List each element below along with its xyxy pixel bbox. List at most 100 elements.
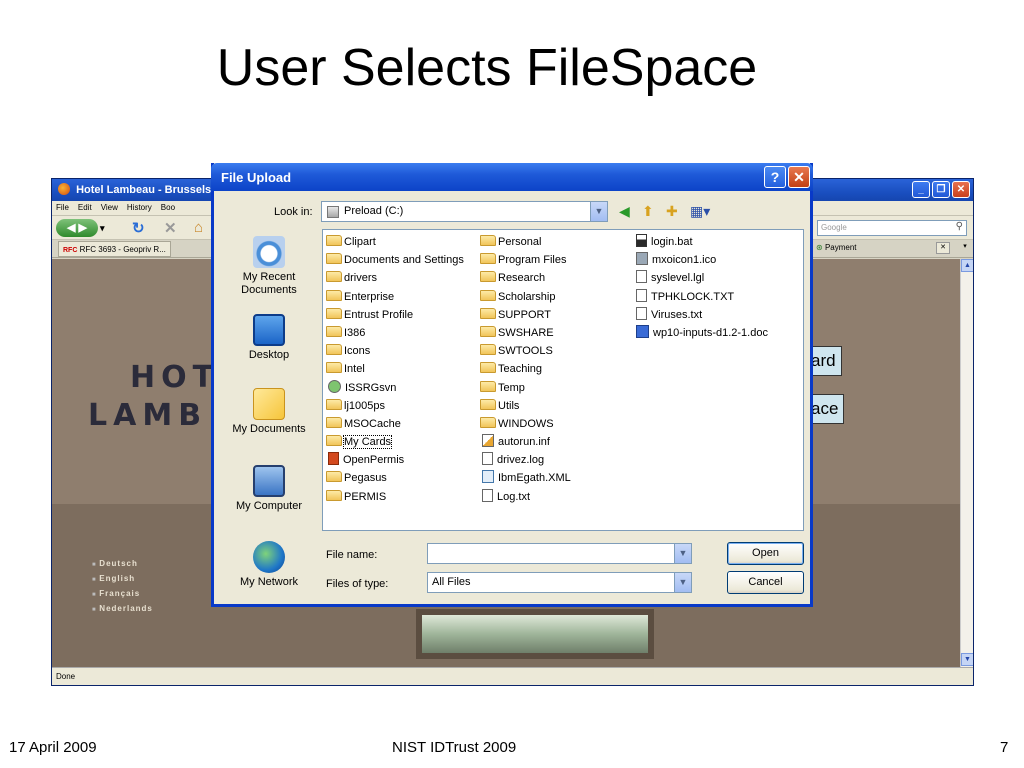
folder-icon bbox=[326, 416, 342, 428]
back-icon[interactable]: ◀ bbox=[619, 203, 630, 220]
menu-view[interactable]: View bbox=[101, 203, 118, 213]
list-item[interactable]: OpenPermis bbox=[326, 451, 464, 469]
file-list[interactable]: Clipart Documents and Settings drivers Ente… bbox=[322, 229, 804, 531]
list-item-label: PERMIS bbox=[344, 490, 387, 503]
magnifier-icon[interactable]: ⚲ bbox=[956, 221, 963, 232]
list-item[interactable]: autorun.inf bbox=[480, 433, 571, 451]
list-item[interactable]: SUPPORT bbox=[480, 306, 571, 324]
file-file-icon bbox=[636, 270, 647, 284]
tab-payment[interactable]: ⊛ Payment bbox=[816, 243, 857, 252]
lang-nederlands[interactable]: Nederlands bbox=[92, 604, 153, 613]
place-recent[interactable]: My Recent Documents bbox=[222, 236, 316, 297]
list-item-label: Enterprise bbox=[344, 290, 395, 303]
search-input[interactable]: Google ⚲ bbox=[817, 220, 967, 236]
list-item[interactable]: Program Files bbox=[480, 251, 571, 269]
list-item[interactable]: SWSHARE bbox=[480, 324, 571, 342]
list-item[interactable]: Utils bbox=[480, 397, 571, 415]
list-item[interactable]: ISSRGsvn bbox=[326, 379, 464, 397]
list-item[interactable]: Log.txt bbox=[480, 488, 571, 506]
file-name-input[interactable]: ▼ bbox=[427, 543, 692, 564]
place-desktop[interactable]: Desktop bbox=[222, 314, 316, 362]
reload-icon[interactable]: ↻ bbox=[132, 219, 145, 237]
list-item-label: Entrust Profile bbox=[344, 308, 414, 321]
folder-icon bbox=[480, 271, 496, 283]
list-item[interactable]: syslevel.lgl bbox=[634, 269, 768, 287]
list-item[interactable]: PERMIS bbox=[326, 488, 464, 506]
footer-page-number: 7 bbox=[1000, 739, 1009, 756]
list-item[interactable]: Documents and Settings bbox=[326, 251, 464, 269]
list-item[interactable]: Viruses.txt bbox=[634, 306, 768, 324]
lang-deutsch[interactable]: Deutsch bbox=[92, 559, 153, 568]
menu-file[interactable]: File bbox=[56, 203, 69, 213]
list-item[interactable]: TPHKLOCK.TXT bbox=[634, 288, 768, 306]
list-item[interactable]: Temp bbox=[480, 379, 571, 397]
view-menu-icon[interactable]: ▦▾ bbox=[690, 203, 710, 220]
back-arrow-icon[interactable]: ◀ bbox=[67, 222, 75, 234]
place-my-computer[interactable]: My Computer bbox=[222, 465, 316, 513]
list-item[interactable]: Pegasus bbox=[326, 469, 464, 487]
list-item[interactable]: SWTOOLS bbox=[480, 342, 571, 360]
place-my-documents[interactable]: My Documents bbox=[222, 388, 316, 436]
forward-arrow-icon[interactable]: ▶ bbox=[79, 222, 87, 234]
tab-list-icon[interactable]: ▾ bbox=[958, 242, 972, 254]
list-item[interactable]: Intel bbox=[326, 360, 464, 378]
list-item[interactable]: Research bbox=[480, 269, 571, 287]
list-item[interactable]: My Cards bbox=[326, 433, 464, 451]
list-item[interactable]: Enterprise bbox=[326, 288, 464, 306]
list-item[interactable]: WINDOWS bbox=[480, 415, 571, 433]
up-folder-icon[interactable]: ⬆ bbox=[642, 203, 654, 220]
list-item[interactable]: Clipart bbox=[326, 233, 464, 251]
menu-history[interactable]: History bbox=[127, 203, 152, 213]
open-button[interactable]: Open bbox=[727, 542, 804, 565]
tab-rfc[interactable]: RFC RFC 3693 - Geopriv R... bbox=[58, 241, 171, 257]
stop-icon[interactable]: ✕ bbox=[164, 219, 177, 237]
file-file-icon bbox=[636, 306, 647, 320]
lang-english[interactable]: English bbox=[92, 574, 153, 583]
list-item[interactable]: I386 bbox=[326, 324, 464, 342]
list-item[interactable]: Entrust Profile bbox=[326, 306, 464, 324]
help-button[interactable]: ? bbox=[764, 166, 786, 188]
look-in-select[interactable]: Preload (C:) ▼ bbox=[321, 201, 608, 222]
list-item[interactable]: wp10-inputs-d1.2-1.doc bbox=[634, 324, 768, 342]
list-item[interactable]: IbmEgath.XML bbox=[480, 469, 571, 487]
minimize-button[interactable]: _ bbox=[912, 181, 930, 198]
list-item[interactable]: Icons bbox=[326, 342, 464, 360]
footer-date: 17 April 2009 bbox=[9, 739, 97, 756]
files-of-type-select[interactable]: All Files ▼ bbox=[427, 572, 692, 593]
list-item[interactable]: drivez.log bbox=[480, 451, 571, 469]
home-icon[interactable]: ⌂ bbox=[194, 219, 203, 236]
maximize-button[interactable]: ❐ bbox=[932, 181, 950, 198]
list-item[interactable]: Personal bbox=[480, 233, 571, 251]
list-item[interactable]: login.bat bbox=[634, 233, 768, 251]
menu-bookmarks[interactable]: Boo bbox=[161, 203, 175, 213]
folder-icon bbox=[480, 307, 496, 319]
tab-close-icon[interactable]: ✕ bbox=[936, 242, 950, 254]
history-dropdown-icon[interactable]: ▾ bbox=[100, 223, 105, 234]
list-item[interactable]: mxoicon1.ico bbox=[634, 251, 768, 269]
folder-icon bbox=[326, 307, 342, 319]
new-folder-icon[interactable]: ✚ bbox=[666, 203, 678, 220]
list-item[interactable]: Scholarship bbox=[480, 288, 571, 306]
folder-icon bbox=[326, 362, 342, 374]
scroll-up-icon[interactable]: ▲ bbox=[961, 259, 973, 272]
files-of-type-chevron-icon[interactable]: ▼ bbox=[674, 573, 691, 592]
back-forward-buttons[interactable]: ◀ ▶ bbox=[56, 219, 98, 237]
close-window-button[interactable]: ✕ bbox=[952, 181, 970, 198]
file-name-chevron-icon[interactable]: ▼ bbox=[674, 544, 691, 563]
folder-icon bbox=[326, 235, 342, 246]
list-item[interactable]: lj1005ps bbox=[326, 397, 464, 415]
close-dialog-button[interactable]: ✕ bbox=[788, 166, 810, 188]
list-item[interactable]: Teaching bbox=[480, 360, 571, 378]
folder-icon bbox=[480, 325, 496, 337]
page-scrollbar[interactable]: ▲ ▼ bbox=[960, 259, 973, 667]
place-my-network[interactable]: My Network bbox=[222, 541, 316, 589]
chevron-down-icon[interactable]: ▼ bbox=[590, 202, 607, 221]
cancel-button[interactable]: Cancel bbox=[727, 571, 804, 594]
list-item-label: Teaching bbox=[498, 363, 543, 376]
lang-francais[interactable]: Français bbox=[92, 589, 153, 598]
scroll-down-icon[interactable]: ▼ bbox=[961, 653, 973, 666]
menu-edit[interactable]: Edit bbox=[78, 203, 92, 213]
drive-icon bbox=[327, 206, 339, 218]
list-item[interactable]: MSOCache bbox=[326, 415, 464, 433]
list-item[interactable]: drivers bbox=[326, 269, 464, 287]
